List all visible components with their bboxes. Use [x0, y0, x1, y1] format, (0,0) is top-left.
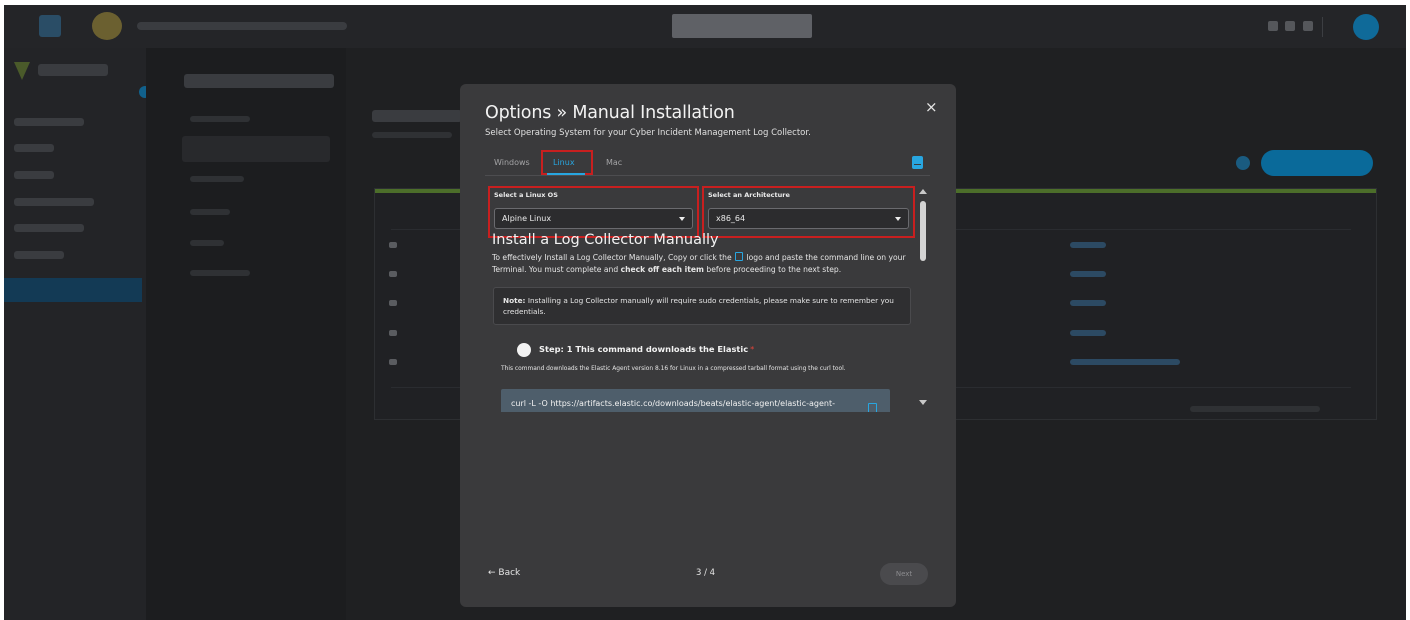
- dialog-subtitle: Select Operating System for your Cyber I…: [485, 128, 811, 138]
- row-icon[interactable]: [389, 300, 397, 306]
- row-icon[interactable]: [389, 359, 397, 365]
- chevron-down-icon: [679, 217, 685, 221]
- bell-icon[interactable]: [1285, 21, 1295, 31]
- search-icon[interactable]: [1236, 156, 1250, 170]
- step-description: This command downloads the Elastic Agent…: [501, 366, 846, 372]
- install-desc-text: To effectively Install a Log Collector M…: [492, 253, 732, 262]
- tab-linux[interactable]: Linux: [553, 158, 575, 167]
- close-icon[interactable]: ×: [925, 98, 938, 116]
- avatar[interactable]: [1353, 14, 1379, 40]
- sidebar-item[interactable]: [14, 224, 84, 232]
- sidebar-item-active[interactable]: [4, 278, 142, 302]
- os-select-group: Select a Linux OS Alpine Linux: [488, 186, 699, 238]
- note-label: Note:: [503, 296, 526, 305]
- brand-name: [38, 64, 108, 76]
- row-icon[interactable]: [389, 271, 397, 277]
- page-subtitle: [372, 132, 452, 138]
- sidebar: [4, 48, 151, 620]
- os-tabs: Windows Linux Mac: [485, 150, 930, 176]
- arch-select-group: Select an Architecture x86_64: [702, 186, 915, 238]
- sidebar-item[interactable]: [14, 171, 54, 179]
- command-box[interactable]: curl -L -O https://artifacts.elastic.co/…: [501, 389, 890, 412]
- back-button[interactable]: ← Back: [488, 568, 520, 578]
- settings-title: [184, 74, 334, 88]
- app-logo: [92, 12, 122, 40]
- install-desc-text: before proceeding to the next step.: [706, 265, 842, 274]
- top-bar: [4, 5, 1406, 48]
- note-box: Note: Installing a Log Collector manuall…: [493, 287, 911, 325]
- pagination[interactable]: [1190, 406, 1320, 412]
- table-cell: [1070, 359, 1180, 365]
- copy-icon: [735, 252, 744, 261]
- install-description: To effectively Install a Log Collector M…: [492, 252, 910, 276]
- row-icon[interactable]: [389, 242, 397, 248]
- manual-install-dialog: Options » Manual Installation Select Ope…: [460, 84, 956, 607]
- settings-item[interactable]: [190, 240, 224, 246]
- step-title: Step: 1 This command downloads the Elast…: [539, 344, 754, 354]
- os-select-label: Select a Linux OS: [494, 191, 558, 199]
- scrollbar-thumb[interactable]: [920, 201, 926, 261]
- settings-icon[interactable]: [1268, 21, 1278, 31]
- copy-icon[interactable]: [868, 403, 877, 412]
- breadcrumb: [137, 22, 347, 30]
- book-icon[interactable]: [912, 156, 923, 169]
- table-cell: [1070, 330, 1106, 336]
- settings-item[interactable]: [190, 116, 250, 122]
- sidebar-item[interactable]: [14, 251, 64, 259]
- table-cell: [1070, 242, 1106, 248]
- install-title: Install a Log Collector Manually: [492, 232, 719, 248]
- dialog-title: Options » Manual Installation: [485, 103, 735, 123]
- apps-grid-icon[interactable]: [39, 15, 61, 37]
- page-title: [372, 110, 462, 122]
- grid-icon[interactable]: [1303, 21, 1313, 31]
- arch-select[interactable]: x86_64: [708, 208, 909, 229]
- install-desc-bold: check off each item: [620, 265, 704, 274]
- row-icon[interactable]: [389, 330, 397, 336]
- tab-windows[interactable]: Windows: [494, 158, 530, 167]
- arch-select-value: x86_64: [716, 214, 746, 223]
- os-select-value: Alpine Linux: [502, 214, 552, 223]
- table-cell: [1070, 300, 1106, 306]
- required-mark: *: [750, 344, 755, 354]
- divider: [1322, 17, 1323, 37]
- settings-item[interactable]: [190, 176, 244, 182]
- scrollbar[interactable]: [919, 189, 927, 409]
- add-log-collector-button[interactable]: [1261, 150, 1373, 176]
- sidebar-item[interactable]: [14, 144, 54, 152]
- settings-item[interactable]: [190, 209, 230, 215]
- scroll-up-icon[interactable]: [919, 189, 927, 194]
- table-cell: [1070, 271, 1106, 277]
- step-title-text: Step: 1 This command downloads the Elast…: [539, 344, 749, 354]
- arch-select-label: Select an Architecture: [708, 191, 790, 199]
- tab-mac[interactable]: Mac: [606, 158, 622, 167]
- active-tab-indicator: [547, 173, 585, 175]
- note-text: Installing a Log Collector manually will…: [503, 296, 894, 316]
- os-select[interactable]: Alpine Linux: [494, 208, 693, 229]
- org-logo: [672, 14, 812, 38]
- settings-item-active[interactable]: [182, 136, 330, 162]
- sidebar-item[interactable]: [14, 198, 94, 206]
- settings-item[interactable]: [190, 270, 250, 276]
- next-button[interactable]: Next: [880, 563, 928, 585]
- step-checkbox[interactable]: [517, 343, 531, 357]
- chevron-down-icon: [895, 217, 901, 221]
- step-indicator: 3 / 4: [696, 568, 716, 578]
- settings-nav: [146, 48, 346, 620]
- scroll-down-icon[interactable]: [919, 400, 927, 405]
- dialog-scroll-content[interactable]: Select a Linux OS Alpine Linux Select an…: [485, 182, 925, 412]
- sidebar-item[interactable]: [14, 118, 84, 126]
- brand-icon: [14, 62, 30, 80]
